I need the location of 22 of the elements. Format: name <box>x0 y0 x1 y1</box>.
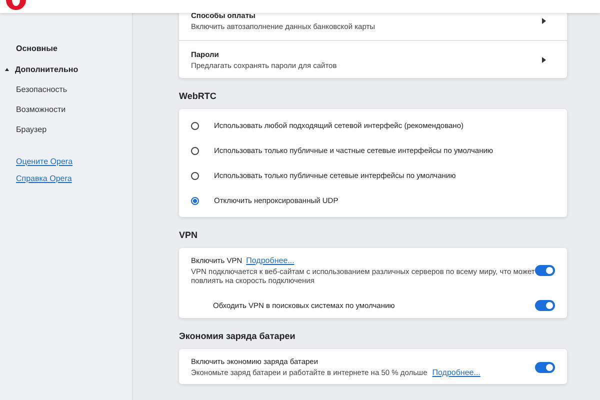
sidebar-item[interactable]: Дополнительно <box>15 64 78 74</box>
sidebar-link[interactable]: Оцените Opera <box>16 157 73 166</box>
more-link[interactable]: Подробнее... <box>246 256 294 265</box>
chevron-right-icon[interactable] <box>542 56 546 62</box>
toggle-switch[interactable] <box>535 265 555 276</box>
sidebar-item[interactable]: Безопасность <box>0 84 132 95</box>
radio-button[interactable] <box>191 196 199 204</box>
sidebar-link[interactable]: Справка Opera <box>16 174 72 183</box>
sidebar-item[interactable]: Основные <box>16 44 58 52</box>
sidebar-item[interactable]: Возможности <box>0 104 132 115</box>
logo-icon <box>6 0 26 10</box>
radio-button[interactable] <box>191 122 199 130</box>
section-heading: Экономия заряда батареи <box>179 331 296 341</box>
sidebar-item[interactable]: Браузер <box>0 124 132 135</box>
radio-button[interactable] <box>191 146 199 154</box>
chevron-right-icon[interactable] <box>542 18 546 24</box>
toggle-switch[interactable] <box>535 362 555 372</box>
section-heading: VPN <box>179 230 199 240</box>
toggle-switch[interactable] <box>535 300 555 311</box>
section-heading: WebRTC <box>179 91 218 101</box>
radio-button[interactable] <box>191 172 199 180</box>
more-link[interactable]: Подробнее... <box>432 368 480 377</box>
